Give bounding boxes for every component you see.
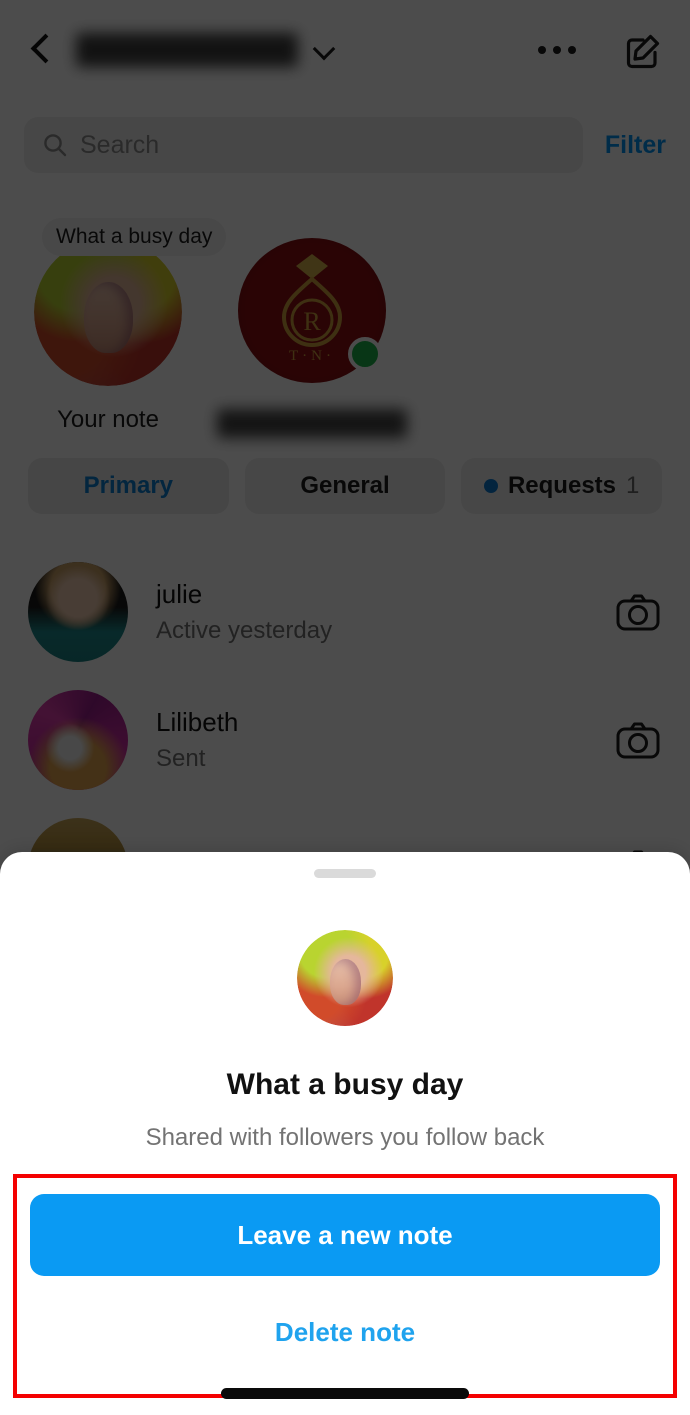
svg-text:T·N·: T·N· bbox=[289, 348, 335, 364]
avatar bbox=[297, 930, 393, 1026]
search-icon bbox=[42, 132, 68, 158]
contact-name: Lilibeth bbox=[156, 707, 239, 738]
tab-primary[interactable]: Primary bbox=[28, 458, 229, 514]
tab-requests-label: Requests bbox=[507, 472, 617, 499]
app-header bbox=[0, 0, 690, 100]
compose-icon[interactable] bbox=[622, 28, 666, 72]
tab-general[interactable]: General bbox=[244, 458, 446, 514]
note-owner-label-redacted bbox=[217, 408, 407, 438]
sheet-drag-handle[interactable] bbox=[314, 869, 376, 878]
note-options-sheet: What a busy day Shared with followers yo… bbox=[0, 852, 690, 1415]
more-horizontal-icon[interactable] bbox=[538, 46, 576, 54]
note-owner-label: Your note bbox=[57, 406, 159, 433]
avatar[interactable] bbox=[34, 238, 182, 386]
tab-requests[interactable]: Requests 1 bbox=[461, 458, 663, 514]
contact-name: julie bbox=[156, 579, 203, 610]
notes-tray: What a busy day Your note R T·N· bbox=[0, 218, 690, 438]
delete-note-button[interactable]: Delete note bbox=[30, 1305, 660, 1359]
contact-status: Active yesterday bbox=[156, 616, 333, 644]
search-input[interactable]: Search bbox=[24, 117, 583, 173]
account-username-redacted[interactable] bbox=[76, 33, 298, 67]
tab-primary-label: Primary bbox=[83, 472, 174, 499]
filter-button[interactable]: Filter bbox=[605, 131, 666, 160]
online-status-dot bbox=[348, 336, 382, 371]
home-indicator bbox=[221, 1388, 469, 1399]
tab-requests-count: 1 bbox=[626, 472, 640, 499]
sheet-actions: Leave a new note Delete note bbox=[13, 1174, 677, 1398]
chevron-down-icon[interactable] bbox=[314, 39, 336, 61]
chevron-left-icon[interactable] bbox=[24, 33, 58, 67]
camera-icon[interactable] bbox=[614, 716, 662, 764]
note-audience-subtitle: Shared with followers you follow back bbox=[145, 1124, 545, 1151]
list-item[interactable]: Lilibeth Sent bbox=[0, 676, 690, 804]
note-bubble-text[interactable]: What a busy day bbox=[42, 218, 227, 256]
avatar[interactable]: R T·N· bbox=[238, 238, 386, 383]
avatar bbox=[28, 562, 128, 662]
avatar bbox=[28, 690, 128, 790]
camera-icon[interactable] bbox=[614, 588, 662, 636]
note-item-other[interactable]: R T·N· bbox=[217, 218, 407, 438]
list-item[interactable]: julie Active yesterday bbox=[0, 548, 690, 676]
list-item-text: julie Active yesterday bbox=[156, 578, 614, 645]
tab-general-label: General bbox=[300, 472, 390, 499]
leave-new-note-button[interactable]: Leave a new note bbox=[30, 1194, 660, 1276]
list-item-text: Lilibeth Sent bbox=[156, 706, 614, 773]
note-text-title: What a busy day bbox=[226, 1068, 464, 1101]
unread-dot-icon bbox=[483, 479, 498, 493]
note-item-your-note[interactable]: What a busy day Your note bbox=[28, 218, 227, 438]
contact-status: Sent bbox=[156, 744, 206, 772]
search-row: Search Filter bbox=[0, 112, 690, 178]
svg-text:R: R bbox=[303, 307, 321, 336]
inbox-tabs: Primary General Requests 1 bbox=[0, 458, 690, 514]
search-placeholder: Search bbox=[80, 130, 160, 159]
